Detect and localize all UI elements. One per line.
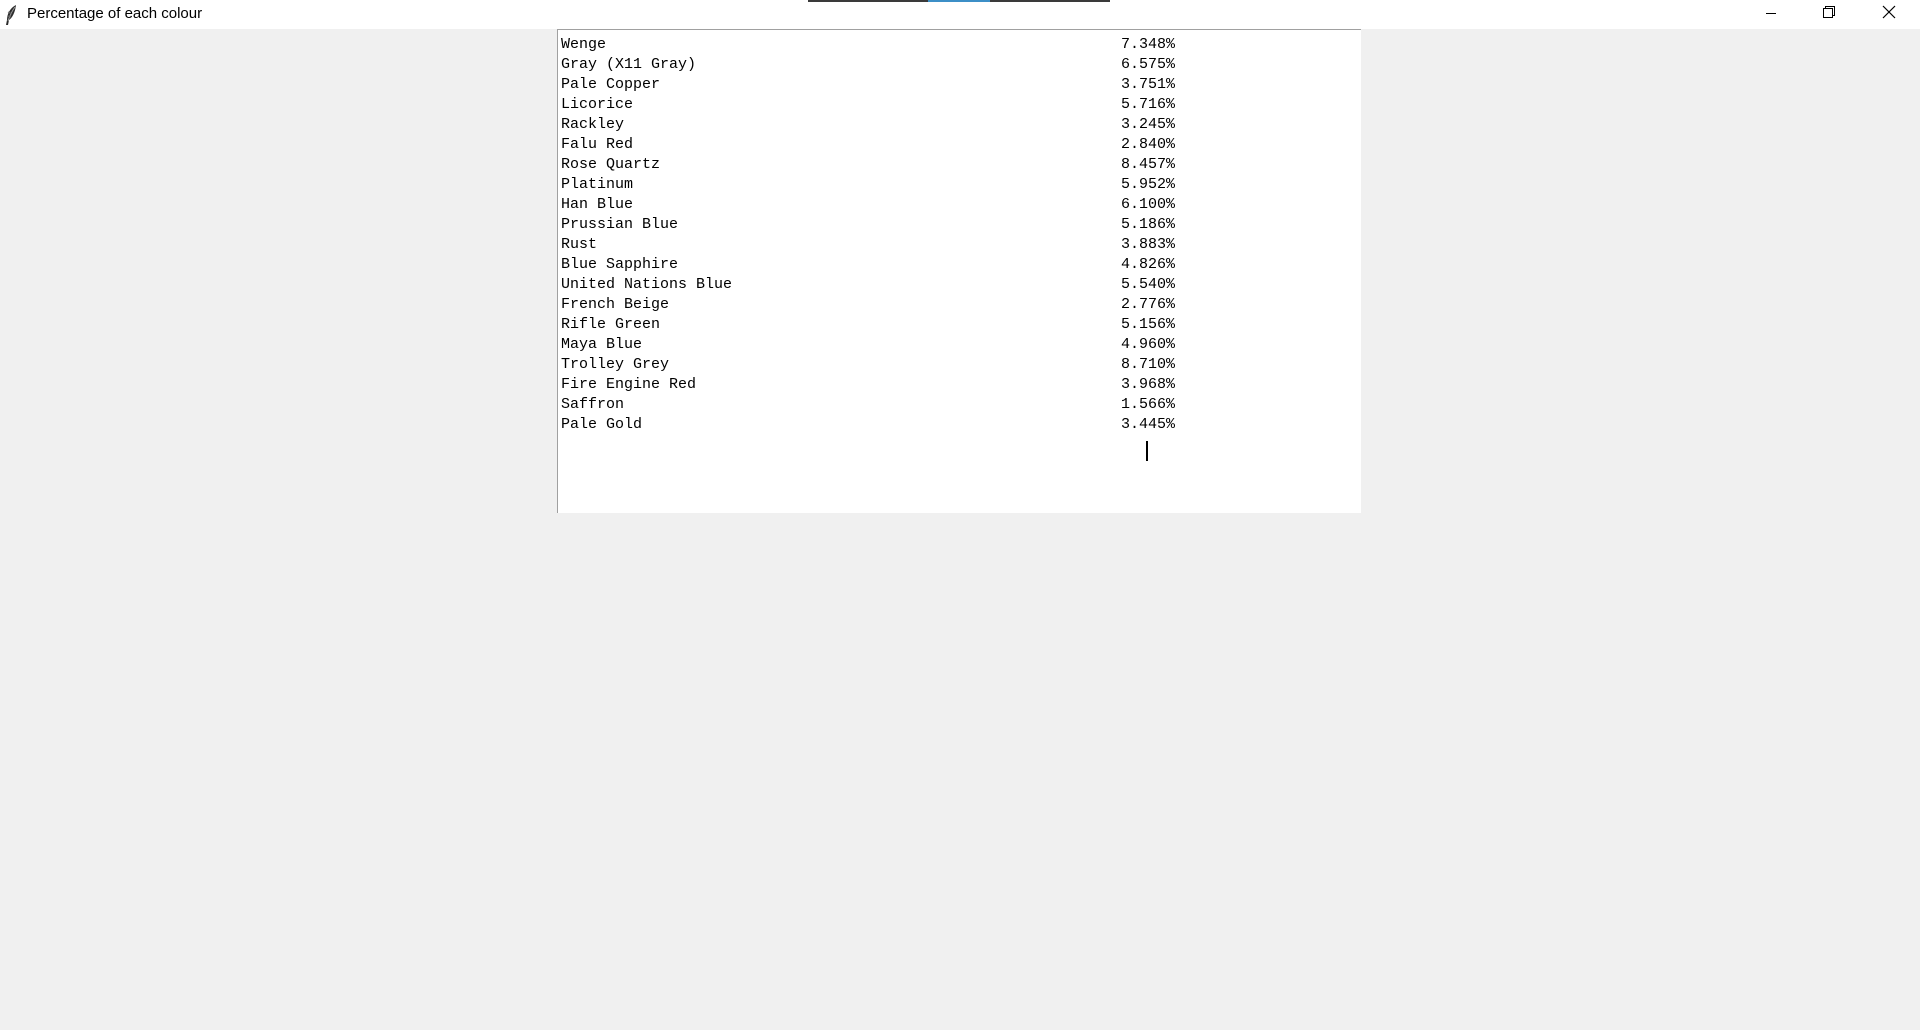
list-item: Prussian Blue 5.186%: [561, 215, 1321, 235]
list-item: Rust 3.883%: [561, 235, 1321, 255]
colour-percent: 3.445%: [1121, 416, 1176, 433]
colour-name: Platinum: [561, 176, 634, 193]
colour-percent: 1.566%: [1121, 396, 1176, 413]
colour-percent: 5.716%: [1121, 96, 1176, 113]
close-button[interactable]: [1858, 0, 1920, 29]
text-cursor: [1146, 441, 1148, 461]
colour-percent: 3.883%: [1121, 236, 1176, 253]
colour-percent: 2.840%: [1121, 136, 1176, 153]
list-item: Pale Gold 3.445%: [561, 415, 1321, 435]
list-item: Maya Blue 4.960%: [561, 335, 1321, 355]
colour-name: Rose Quartz: [561, 156, 661, 173]
minimize-icon: [1765, 6, 1777, 24]
colour-name: Pale Copper: [561, 76, 661, 93]
colour-name: Blue Sapphire: [561, 256, 679, 273]
colour-percent: 3.968%: [1121, 376, 1176, 393]
restore-icon: [1822, 5, 1836, 24]
colour-percent: 7.348%: [1121, 36, 1176, 53]
drag-indicator-accent: [928, 0, 990, 2]
list-item: Saffron 1.566%: [561, 395, 1321, 415]
list-item: French Beige 2.776%: [561, 295, 1321, 315]
colour-name: Han Blue: [561, 196, 634, 213]
colour-name: Prussian Blue: [561, 216, 679, 233]
colour-percent: 6.100%: [1121, 196, 1176, 213]
colour-name: Rackley: [561, 116, 625, 133]
colour-name: French Beige: [561, 296, 670, 313]
colour-percent: 3.751%: [1121, 76, 1176, 93]
colour-percent: 3.245%: [1121, 116, 1176, 133]
list-item: Blue Sapphire 4.826%: [561, 255, 1321, 275]
colour-name: Saffron: [561, 396, 625, 413]
list-item: Platinum 5.952%: [561, 175, 1321, 195]
colour-name: Gray (X11 Gray): [561, 56, 697, 73]
close-icon: [1882, 5, 1896, 24]
app-window: Percentage of each colour Wenge 7.348% G…: [0, 0, 1920, 1030]
minimize-button[interactable]: [1742, 0, 1800, 29]
list-item: Rose Quartz 8.457%: [561, 155, 1321, 175]
colour-name: United Nations Blue: [561, 276, 733, 293]
colour-name: Licorice: [561, 96, 634, 113]
list-item: Licorice 5.716%: [561, 95, 1321, 115]
colour-text-area[interactable]: Wenge 7.348% Gray (X11 Gray) 6.575% Pale Cop…: [557, 29, 1361, 513]
title-bar[interactable]: Percentage of each colour: [0, 0, 1920, 29]
list-item: Falu Red 2.840%: [561, 135, 1321, 155]
colour-percent: 8.457%: [1121, 156, 1176, 173]
colour-percent: 5.186%: [1121, 216, 1176, 233]
colour-percent: 5.540%: [1121, 276, 1176, 293]
colour-name: Wenge: [561, 36, 607, 53]
list-item: Pale Copper 3.751%: [561, 75, 1321, 95]
colour-percent: 5.952%: [1121, 176, 1176, 193]
colour-percent: 8.710%: [1121, 356, 1176, 373]
list-item: Wenge 7.348%: [561, 35, 1321, 55]
list-item: Rackley 3.245%: [561, 115, 1321, 135]
list-item: Trolley Grey 8.710%: [561, 355, 1321, 375]
list-item: United Nations Blue 5.540%: [561, 275, 1321, 295]
list-item: Fire Engine Red 3.968%: [561, 375, 1321, 395]
list-item: Rifle Green 5.156%: [561, 315, 1321, 335]
window-title: Percentage of each colour: [27, 5, 203, 22]
restore-button[interactable]: [1800, 0, 1858, 29]
colour-name: Falu Red: [561, 136, 634, 153]
colour-name: Maya Blue: [561, 336, 643, 353]
colour-name: Trolley Grey: [561, 356, 670, 373]
colour-percent: 2.776%: [1121, 296, 1176, 313]
list-item: Gray (X11 Gray) 6.575%: [561, 55, 1321, 75]
colour-percent: 6.575%: [1121, 56, 1176, 73]
feather-icon: [4, 4, 18, 26]
colour-name: Rifle Green: [561, 316, 661, 333]
colour-percent: 5.156%: [1121, 316, 1176, 333]
colour-percent: 4.960%: [1121, 336, 1176, 353]
colour-name: Rust: [561, 236, 598, 253]
colour-name: Fire Engine Red: [561, 376, 697, 393]
colour-list: Wenge 7.348% Gray (X11 Gray) 6.575% Pale Cop…: [561, 35, 1321, 435]
colour-name: Pale Gold: [561, 416, 643, 433]
colour-percent: 4.826%: [1121, 256, 1176, 273]
list-item: Han Blue 6.100%: [561, 195, 1321, 215]
